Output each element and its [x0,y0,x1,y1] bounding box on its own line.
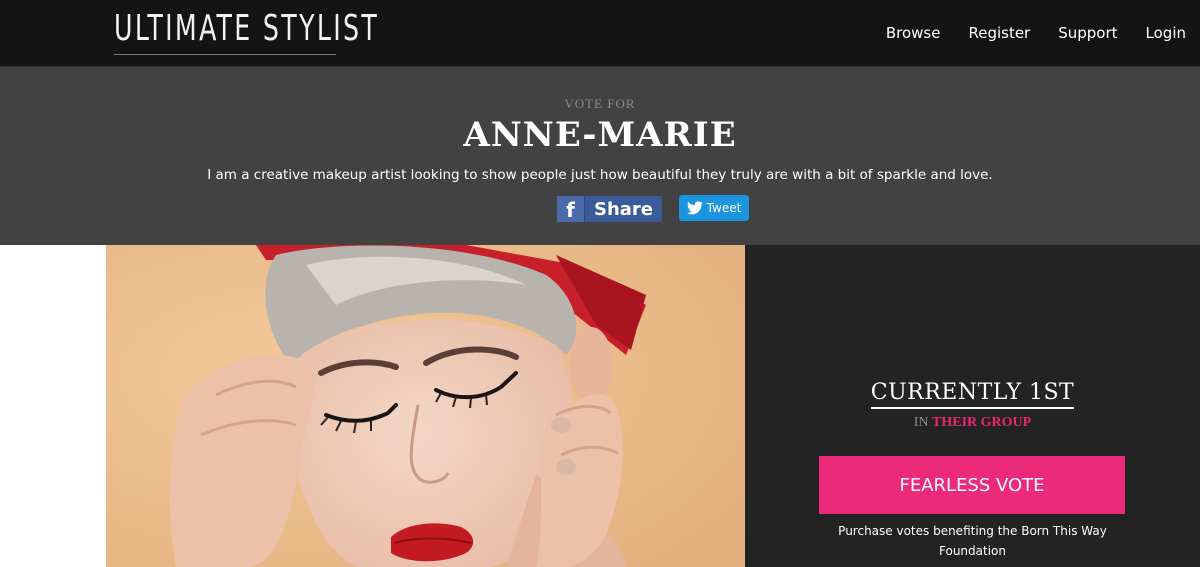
contestant-photo [106,245,745,567]
vote-hero: VOTE FOR ANNE-MARIE I am a creative make… [0,67,1200,245]
tweet-button[interactable]: Tweet [679,195,749,221]
facebook-share-label: Share [593,198,653,220]
nav-login[interactable]: Login [1146,24,1186,42]
logo-underline [114,54,336,55]
group-line: IN THEIR GROUP [745,415,1200,431]
twitter-bird-icon [686,201,703,215]
ranking: CURRENTLY 1ST [745,380,1200,409]
facebook-icon: f [557,196,585,222]
group-prefix: IN [913,415,929,430]
current-rank: CURRENTLY 1ST [870,380,1075,409]
nav-register[interactable]: Register [968,24,1030,42]
portrait-illustration [106,245,745,567]
nav-browse[interactable]: Browse [886,24,941,42]
vote-for-label: VOTE FOR [564,96,636,111]
contestant-name: ANNE-MARIE [463,115,737,155]
group-link[interactable]: THEIR GROUP [932,415,1031,430]
top-navigation-bar: ULTIMATE STYLIST Browse Register Support… [0,0,1200,67]
purchase-votes-note: Purchase votes benefiting the Born This … [838,524,1107,558]
tweet-label: Tweet [706,201,742,215]
main-nav: Browse Register Support Login [886,24,1186,42]
vote-panel: CURRENTLY 1ST IN THEIR GROUP FEARLESS VO… [745,245,1200,567]
site-logo[interactable]: ULTIMATE STYLIST [114,8,379,49]
nav-support[interactable]: Support [1058,24,1117,42]
contestant-bio: I am a creative makeup artist looking to… [207,167,993,183]
fearless-vote-button[interactable]: FEARLESS VOTE [819,456,1125,514]
facebook-share-button[interactable]: f Share [557,196,662,222]
